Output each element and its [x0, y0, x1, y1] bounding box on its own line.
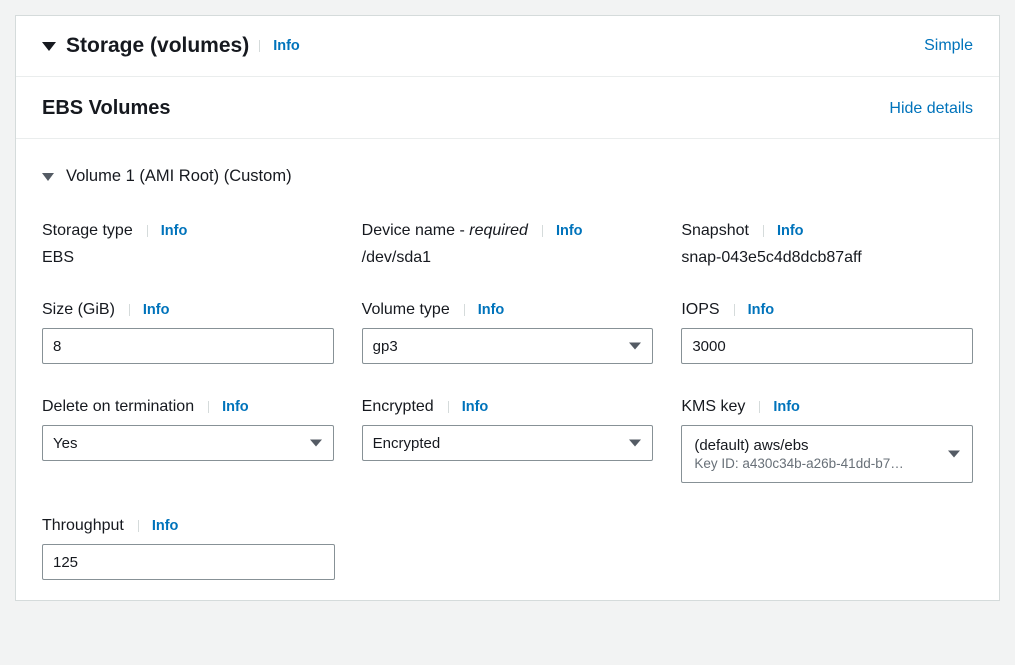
encrypted-label: Encrypted — [362, 398, 434, 416]
field-device-name: Device name - required Info /dev/sda1 — [362, 222, 654, 267]
field-encrypted: Encrypted Info Encrypted — [362, 398, 654, 483]
volume-type-value: gp3 — [373, 338, 398, 355]
field-delete-termination: Delete on termination Info Yes — [42, 398, 334, 483]
field-storage-type: Storage type Info EBS — [42, 222, 334, 267]
volume-title: Volume 1 (AMI Root) (Custom) — [66, 167, 292, 186]
iops-label: IOPS — [681, 301, 719, 319]
encrypted-value: Encrypted — [373, 435, 441, 452]
info-link-snapshot[interactable]: Info — [763, 223, 804, 239]
delete-termination-value: Yes — [53, 435, 77, 452]
info-link-device-name[interactable]: Info — [542, 223, 583, 239]
delete-termination-select[interactable]: Yes — [42, 425, 334, 461]
kms-value: (default) aws/ebs — [694, 437, 936, 454]
device-name-label: Device name - required — [362, 222, 528, 240]
ebs-volumes-title: EBS Volumes — [42, 97, 171, 120]
kms-label: KMS key — [681, 398, 745, 416]
caret-down-icon — [42, 173, 54, 181]
info-link-throughput[interactable]: Info — [138, 518, 179, 534]
info-link-size[interactable]: Info — [129, 302, 170, 318]
chevron-down-icon — [948, 451, 960, 458]
encrypted-select[interactable]: Encrypted — [362, 425, 654, 461]
snapshot-label: Snapshot — [681, 222, 749, 240]
storage-type-value: EBS — [42, 249, 334, 267]
caret-down-icon — [42, 42, 56, 51]
iops-input[interactable] — [681, 328, 973, 364]
fields-grid: Storage type Info EBS Device name - requ… — [42, 222, 973, 483]
field-throughput: Throughput Info — [42, 517, 335, 580]
delete-termination-label: Delete on termination — [42, 398, 194, 416]
snapshot-value: snap-043e5c4d8dcb87aff — [681, 249, 973, 267]
field-iops: IOPS Info — [681, 301, 973, 364]
storage-type-label: Storage type — [42, 222, 133, 240]
volume-type-select[interactable]: gp3 — [362, 328, 654, 364]
field-size: Size (GiB) Info — [42, 301, 334, 364]
info-link-encrypted[interactable]: Info — [448, 399, 489, 415]
simple-link[interactable]: Simple — [924, 37, 973, 55]
field-kms: KMS key Info (default) aws/ebs Key ID: a… — [681, 398, 973, 483]
panel-title-wrap[interactable]: Storage (volumes) Info — [42, 34, 300, 58]
hide-details-link[interactable]: Hide details — [889, 100, 973, 118]
size-input[interactable] — [42, 328, 334, 364]
kms-select[interactable]: (default) aws/ebs Key ID: a430c34b-a26b-… — [681, 425, 973, 483]
field-snapshot: Snapshot Info snap-043e5c4d8dcb87aff — [681, 222, 973, 267]
volume-header[interactable]: Volume 1 (AMI Root) (Custom) — [42, 167, 973, 186]
storage-panel: Storage (volumes) Info Simple EBS Volume… — [15, 15, 1000, 601]
panel-title: Storage (volumes) — [66, 34, 249, 58]
info-link-delete-termination[interactable]: Info — [208, 399, 249, 415]
throughput-label: Throughput — [42, 517, 124, 535]
throughput-input[interactable] — [42, 544, 335, 580]
kms-sub: Key ID: a430c34b-a26b-41dd-b7… — [694, 456, 936, 471]
size-label: Size (GiB) — [42, 301, 115, 319]
info-link-header[interactable]: Info — [259, 38, 300, 54]
section-header: EBS Volumes Hide details — [16, 77, 999, 139]
volume-block: Volume 1 (AMI Root) (Custom) Storage typ… — [16, 139, 999, 600]
info-link-iops[interactable]: Info — [734, 302, 775, 318]
info-link-storage-type[interactable]: Info — [147, 223, 188, 239]
volume-type-label: Volume type — [362, 301, 450, 319]
device-name-value: /dev/sda1 — [362, 249, 654, 267]
info-link-volume-type[interactable]: Info — [464, 302, 505, 318]
info-link-kms[interactable]: Info — [759, 399, 800, 415]
panel-header: Storage (volumes) Info Simple — [16, 16, 999, 77]
field-volume-type: Volume type Info gp3 — [362, 301, 654, 364]
